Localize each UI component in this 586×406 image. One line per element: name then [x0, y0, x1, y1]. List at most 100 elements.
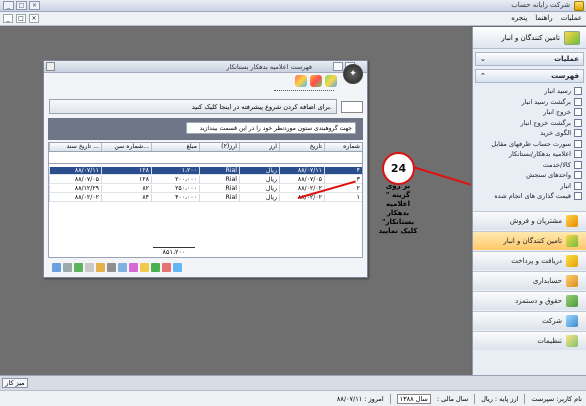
window-controls: _ □ × [3, 1, 40, 10]
module-button-suppliers-inventory[interactable]: تامین کنندگان و انبار [473, 230, 586, 250]
mdi-controls: _ □ × [3, 14, 39, 23]
add-icon[interactable] [295, 75, 307, 87]
sidebar-header: تامین کنندگان و انبار [473, 27, 586, 49]
sidebar-item-units[interactable]: واحدهای سنجش [477, 170, 582, 181]
status-line: نام کاربر: سپرست ارز پایه : ریال سال مال… [0, 390, 586, 406]
filter-icon[interactable] [325, 75, 337, 87]
cell-amount: ۲۰۰،۰۰۰ [151, 176, 199, 184]
cell-doc-number: ۸۲ [101, 185, 151, 193]
column-header-currency2[interactable]: ارز(۲) [199, 143, 239, 151]
document-icon [574, 118, 582, 127]
sidebar-item-label: قیمت گذاری های انجام شده [494, 192, 571, 201]
mdi-restore-button[interactable]: □ [16, 14, 26, 23]
sidebar-item-label: خروج انبار [543, 108, 571, 117]
section-operations-label: عملیات [554, 55, 579, 63]
sidebar-item-debit-credit-note[interactable]: اعلامیه بدهکار/بستانکار [477, 149, 582, 160]
desktop-button[interactable]: میز کار [2, 378, 28, 388]
cell-number: ۱ [324, 194, 362, 202]
section-list-label: فهرست [551, 72, 579, 80]
navigation-sidebar: تامین کنندگان و انبار ⌄ عملیات ⌃ فهرست ر… [472, 27, 586, 375]
new-row-prompt[interactable]: برای اضافه کردن شروع پیشرفته در اینجا کل… [49, 99, 337, 114]
module-button-receipts-payments[interactable]: دریافت و پرداخت [473, 250, 586, 270]
status-fiscal-year-label: سال مالی : [436, 394, 469, 403]
preview-icon[interactable] [118, 262, 127, 272]
sidebar-item-receipt-return[interactable]: برگشت رسید انبار [477, 97, 582, 108]
mdi-minimize-button[interactable]: _ [3, 14, 13, 23]
document-icon [574, 87, 582, 96]
module-button-customers-sales[interactable]: مشتریان و فروش [473, 210, 586, 230]
grid-header-row: شماره تاریخ ارز ارز(۲) مبلغ شماره سن... … [49, 143, 362, 152]
filter-green-icon[interactable] [151, 262, 160, 272]
module-button-label: شرکت [542, 316, 562, 325]
fiscal-year-select[interactable]: سال ۱۳۸۸ [396, 393, 431, 404]
mdi-close-button[interactable]: × [29, 14, 39, 23]
filter-red-icon[interactable] [162, 262, 171, 272]
table-row[interactable]: ۴ ۸۸/۰۷/۱۱ ریال Rial ۱،۲۰۰ ۱۲۸ ۸۸/۰۷/۱۱ [49, 167, 362, 175]
suppliers-icon [566, 234, 578, 247]
sidebar-item-stock-receipt[interactable]: رسید انبار [477, 86, 582, 97]
filter-funnel-icon[interactable] [140, 262, 149, 272]
status-divider [389, 393, 391, 404]
sidebar-item-stock-issue[interactable]: خروج انبار [477, 107, 582, 118]
minimize-button[interactable]: _ [3, 1, 14, 10]
sidebar-item-account-statement[interactable]: سورت حساب طرفهای مقابل [477, 139, 582, 150]
column-header-doc-number[interactable]: شماره سن... [101, 143, 151, 151]
sidebar-item-goods-services[interactable]: کالا/خدمت [477, 160, 582, 171]
column-header-date[interactable]: تاریخ [279, 143, 324, 151]
sidebar-item-warehouse[interactable]: انبار [477, 181, 582, 192]
cell-currency: ریال [239, 185, 279, 193]
cell-doc-date: ۸۸/۱۲/۲۹ [49, 185, 101, 193]
cell-doc-date: ۸۸/۰۲/۰۲ [49, 194, 101, 202]
column-header-number[interactable]: شماره [324, 143, 362, 151]
coins-icon [566, 254, 578, 267]
folder-icon[interactable] [96, 262, 105, 272]
sidebar-item-label: الگوی خرید [540, 129, 571, 138]
print-icon[interactable] [107, 262, 116, 272]
child-system-menu-icon[interactable] [46, 62, 55, 71]
column-header-doc-date[interactable]: تاریخ سند ... [49, 143, 101, 151]
chevron-down-icon: ⌄ [480, 55, 486, 63]
cell-amount: ۱،۲۰۰ [151, 167, 199, 175]
column-header-amount[interactable]: مبلغ [151, 143, 199, 151]
menu-help[interactable]: راهنما [535, 14, 552, 22]
sum-icon[interactable] [129, 262, 138, 272]
sidebar-item-label: سورت حساب طرفهای مقابل [491, 139, 571, 148]
sidebar-item-pricing[interactable]: قیمت گذاری های انجام شده [477, 191, 582, 202]
menu-window[interactable]: پنجره [511, 14, 527, 22]
module-icon [564, 30, 580, 45]
module-button-payroll[interactable]: حقوق و دستمزد [473, 290, 586, 310]
sidebar-item-issue-return[interactable]: برگشت خروج انبار [477, 118, 582, 129]
edit-icon[interactable] [333, 62, 343, 71]
amount-total: ۸۵۱،۲۰۰ [153, 247, 195, 257]
table-row[interactable]: ۱ ۸۸/۰۲/۰۲ ریال Rial ۴۰۰،۰۰۰ ۸۴ ۸۸/۰۲/۰۲ [49, 194, 362, 202]
sort-icon[interactable] [173, 262, 182, 272]
cell-doc-number: ۸۴ [101, 194, 151, 202]
save-icon[interactable] [85, 262, 94, 272]
sidebar-item-label: کالا/خدمت [542, 160, 571, 169]
prev-record-icon[interactable] [63, 262, 72, 272]
cell-currency2: Rial [199, 167, 239, 175]
list-items: رسید انبار برگشت رسید انبار خروج انبار ب… [473, 86, 586, 202]
refresh-icon[interactable] [310, 75, 322, 87]
group-by-panel[interactable]: جهت گروهبندی ستون موردنظر خود را در این … [48, 118, 363, 140]
menu-operations[interactable]: عملیات [561, 14, 582, 22]
sidebar-item-label: رسید انبار [544, 87, 571, 96]
status-divider [474, 393, 476, 404]
module-button-accounting[interactable]: حسابداری [473, 270, 586, 290]
module-button-settings[interactable]: تنظیمات [473, 330, 586, 350]
cell-date: ۸۸/۰۷/۱۱ [279, 167, 324, 175]
maximize-button[interactable]: □ [16, 1, 27, 10]
first-record-icon[interactable] [52, 262, 61, 272]
table-row[interactable]: ۳ ۸۸/۰۷/۰۵ ریال Rial ۲۰۰،۰۰۰ ۱۲۸ ۸۸/۰۷/۰… [49, 176, 362, 184]
close-button[interactable]: × [29, 1, 40, 10]
new-row-checkbox[interactable] [341, 101, 363, 113]
records-grid: شماره تاریخ ارز ارز(۲) مبلغ شماره سن... … [48, 142, 363, 258]
column-header-currency[interactable]: ارز [239, 143, 279, 151]
section-operations[interactable]: ⌄ عملیات [475, 52, 584, 66]
section-list[interactable]: ⌃ فهرست [475, 69, 584, 83]
cell-doc-date: ۸۸/۰۷/۰۵ [49, 176, 101, 184]
sidebar-item-purchase-pattern[interactable]: الگوی خرید [477, 128, 582, 139]
excel-icon[interactable] [74, 262, 83, 272]
grid-filter-row[interactable] [49, 154, 362, 164]
module-button-company[interactable]: شرکت [473, 310, 586, 330]
